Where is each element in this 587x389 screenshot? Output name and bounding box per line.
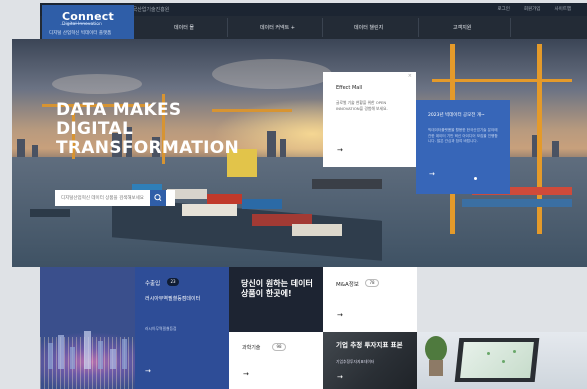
utility-site-label: 한국산업기술진흥원 <box>128 7 170 13</box>
nav-data-challenge[interactable]: 데이터 챌린지 <box>354 24 383 31</box>
tech-title: 과학기술 <box>242 345 261 351</box>
plant-image <box>425 336 447 362</box>
search-button[interactable] <box>150 190 166 206</box>
pager-dot[interactable] <box>474 177 477 180</box>
effect-mall-card[interactable]: × Effect Mall 글로벌 기술 현황을 위한 OPEN INNOVAT… <box>323 72 416 167</box>
login-link[interactable]: 로그인 <box>497 6 509 12</box>
ma-title: M&A정보 <box>336 282 359 288</box>
arrow-right-icon[interactable]: → <box>337 146 343 154</box>
search-icon <box>154 194 162 202</box>
ma-info-tile[interactable]: M&A정보 78 → <box>323 267 417 332</box>
effect-mall-desc: 글로벌 기술 현황을 위한 OPEN INNOVATION을 경험해 보세요. <box>336 100 388 111</box>
promo-text: 당신이 원하는 데이터 상품이 한곳에! <box>241 279 313 298</box>
hero-title: DATA MAKES DIGITAL TRANSFORMATION <box>56 101 256 158</box>
tech-count-badge: 98 <box>272 343 286 351</box>
nav-data-mall[interactable]: 데이터 몰 <box>174 24 194 31</box>
nav-customer-support[interactable]: 고객지원 <box>453 24 471 31</box>
hero-title-line: TRANSFORMATION <box>56 138 240 158</box>
city-photo-tile <box>40 267 135 389</box>
export-sub: 러시아무역필쳘등점 <box>145 326 177 331</box>
hero-crane <box>432 79 572 82</box>
laptop-screen-map <box>460 342 534 378</box>
nav-divider <box>322 18 323 37</box>
export-desc: 러시아무역필쳘등점데이터 <box>145 296 201 302</box>
arrow-right-icon[interactable]: → <box>337 311 343 319</box>
nav-data-connect[interactable]: 데이터 커넥트 + <box>260 24 295 31</box>
desk-photo-tile <box>417 332 587 389</box>
signup-link[interactable]: 회원가입 <box>524 6 541 12</box>
close-icon[interactable]: × <box>408 73 412 79</box>
map-dot <box>502 360 505 363</box>
promo-tile: 당신이 원하는 데이터 상품이 한곳에! <box>229 267 323 332</box>
hero-container <box>242 199 282 209</box>
export-title: 수출입 <box>145 281 161 287</box>
plant-pot-image <box>429 360 443 376</box>
hero-title-line: DATA MAKES <box>56 100 182 120</box>
sitemap-link[interactable]: 사이트맵 <box>554 6 571 12</box>
invest-title: 기업 추정 투자지표 표본 <box>336 341 403 349</box>
effect-mall-title: Effect Mall <box>336 85 363 91</box>
hero-container <box>462 199 572 207</box>
hero-cloud <box>212 59 332 89</box>
contest-news-desc: 빅데이터플랫폼을 활용한 한국산업기술 분야에 관한 데이터 기반 혁신 아이디… <box>428 128 498 143</box>
nav-divider <box>227 18 228 37</box>
investment-index-tile[interactable]: 기업 추정 투자지표 표본 기업추정투자지표데이터 → <box>323 332 417 389</box>
hero-container <box>312 179 382 189</box>
arrow-right-icon[interactable]: → <box>337 373 343 381</box>
map-dot <box>513 350 516 353</box>
map-dot <box>487 352 490 355</box>
contest-news-title: 2023년 빅데이터 공모전 개~ <box>428 113 485 118</box>
site-logo[interactable]: Connect Digital Innovation 디지털 산업혁신 빅데이터… <box>42 5 134 39</box>
logo-korean: 디지털 산업혁신 빅데이터 플랫폼 <box>49 31 112 36</box>
nav-divider <box>418 18 419 37</box>
hero-container <box>207 194 242 204</box>
utility-links: 로그인 회원가입 사이트맵 <box>497 6 571 12</box>
hero-title-line: DIGITAL <box>56 119 134 139</box>
export-data-tile[interactable]: 수출입 23 러시아무역필쳘등점데이터 러시아무역필쳘등점 → <box>135 267 229 389</box>
search-input[interactable] <box>55 190 159 206</box>
hero-container <box>182 204 237 216</box>
hero-container <box>292 224 342 236</box>
ma-count-badge: 78 <box>365 279 379 287</box>
export-count-badge: 23 <box>167 278 179 286</box>
city-towers-image <box>48 331 127 369</box>
arrow-right-icon[interactable]: → <box>243 370 249 378</box>
invest-sub: 기업추정투자지표데이터 <box>336 359 375 364</box>
nav-divider <box>510 18 511 37</box>
hero-tugboat <box>30 209 70 217</box>
contest-news-card[interactable]: 2023년 빅데이터 공모전 개~ 빅데이터플랫폼을 활용한 한국산업기술 분야… <box>416 100 510 194</box>
arrow-right-icon[interactable]: → <box>429 170 435 178</box>
arrow-right-icon[interactable]: → <box>145 367 151 375</box>
hero-cloud <box>52 74 142 94</box>
science-tech-tile[interactable]: 과학기술 98 → <box>229 332 323 389</box>
logo-subtitle: Digital Innovation <box>62 22 102 27</box>
